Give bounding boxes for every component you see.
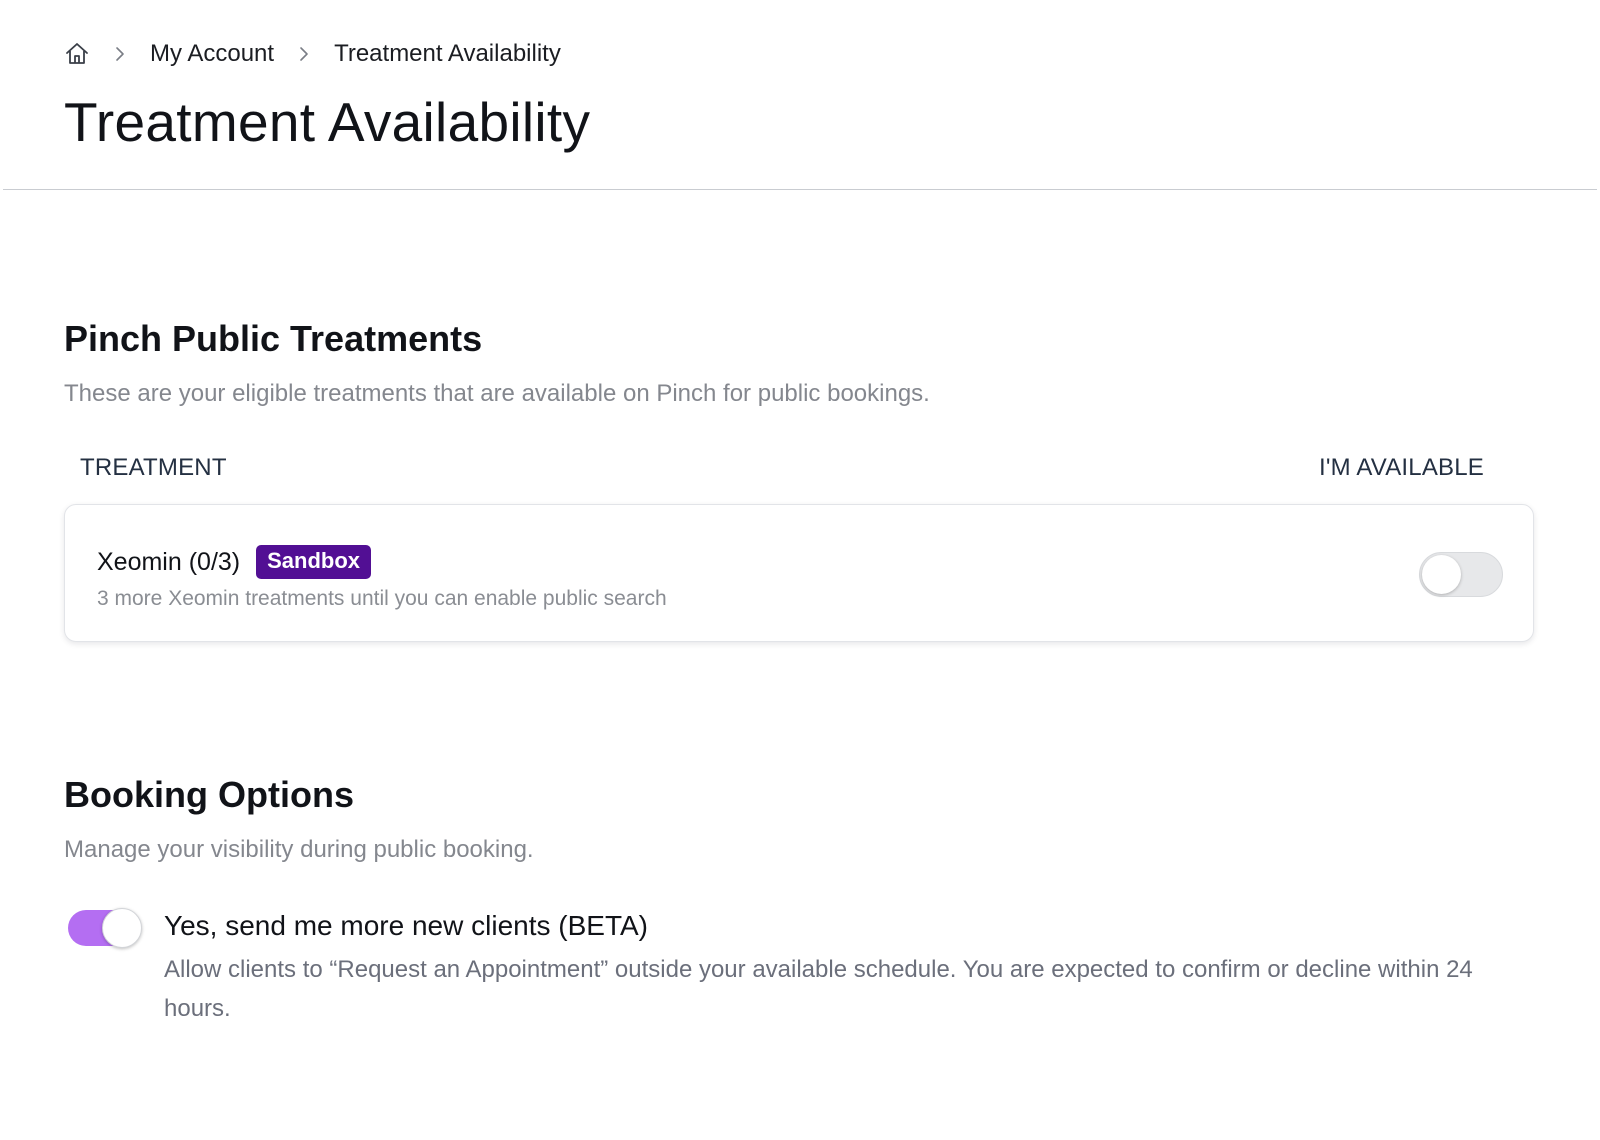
toggle-knob bbox=[102, 908, 142, 948]
chevron-right-icon bbox=[274, 45, 334, 63]
table-header: TREATMENT I'M AVAILABLE bbox=[64, 454, 1500, 484]
section-subtitle: Manage your visibility during public boo… bbox=[64, 836, 534, 863]
new-clients-toggle[interactable] bbox=[68, 908, 142, 948]
treatment-description: 3 more Xeomin treatments until you can e… bbox=[97, 587, 667, 610]
booking-options-section: Booking Options Manage your visibility d… bbox=[64, 774, 1500, 1022]
option-text: Yes, send me more new clients (BETA) All… bbox=[164, 908, 1500, 1028]
toggle-knob bbox=[1422, 555, 1461, 594]
treatment-name: Xeomin (0/3) bbox=[97, 547, 241, 576]
sandbox-badge: Sandbox bbox=[256, 545, 372, 579]
page-title: Treatment Availability bbox=[64, 91, 591, 153]
section-subtitle: These are your eligible treatments that … bbox=[64, 380, 930, 407]
treatment-row: Xeomin (0/3) Sandbox 3 more Xeomin treat… bbox=[64, 504, 1534, 642]
treatment-title-row: Xeomin (0/3) Sandbox bbox=[97, 545, 372, 579]
page-header: My Account Treatment Availability Treatm… bbox=[3, 0, 1597, 190]
section-title: Booking Options bbox=[64, 774, 354, 815]
breadcrumb-current: Treatment Availability bbox=[334, 40, 561, 67]
home-icon[interactable] bbox=[64, 41, 90, 67]
availability-toggle[interactable] bbox=[1419, 552, 1503, 597]
breadcrumb-my-account[interactable]: My Account bbox=[150, 40, 274, 68]
breadcrumb: My Account Treatment Availability bbox=[64, 38, 561, 70]
column-header-available: I'M AVAILABLE bbox=[1318, 454, 1484, 481]
public-treatments-section: Pinch Public Treatments These are your e… bbox=[64, 318, 1534, 642]
option-description: Allow clients to “Request an Appointment… bbox=[164, 956, 1473, 1022]
section-title: Pinch Public Treatments bbox=[64, 318, 483, 359]
option-label: Yes, send me more new clients (BETA) bbox=[164, 910, 648, 941]
chevron-right-icon bbox=[90, 45, 150, 63]
column-header-treatment: TREATMENT bbox=[80, 454, 227, 481]
